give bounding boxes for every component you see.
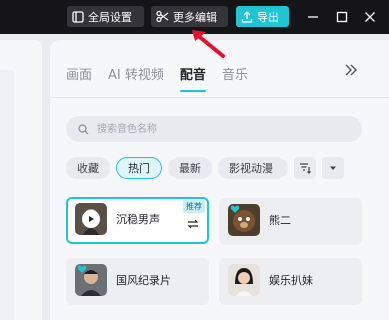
voice-name: 沉稳男声 — [116, 213, 160, 226]
close-icon[interactable] — [362, 9, 378, 25]
tabs-divider — [50, 97, 389, 98]
voice-card[interactable]: 娱乐扒妹 — [219, 258, 362, 305]
left-panel-strip — [0, 70, 14, 320]
more-edit-label: 更多编辑 — [173, 10, 217, 24]
maximize-icon[interactable] — [334, 9, 350, 25]
export-button[interactable]: 导出 — [236, 6, 289, 27]
minimize-icon[interactable] — [305, 9, 321, 25]
chip-popular[interactable]: 热门 — [116, 157, 162, 179]
tab-picture[interactable]: 画面 — [66, 64, 92, 83]
recommend-badge: 推荐 — [183, 200, 205, 213]
voice-card[interactable]: 国风纪录片 — [66, 258, 209, 305]
heart-icon — [230, 205, 240, 213]
scissors-icon — [156, 10, 169, 23]
adjust-icon[interactable] — [187, 219, 199, 229]
tab-ai-to-video[interactable]: AI 转视频 — [108, 64, 164, 83]
voice-name: 国风纪录片 — [116, 274, 171, 287]
chip-latest[interactable]: 最新 — [168, 157, 212, 179]
filter-button[interactable] — [294, 157, 316, 179]
tab-dubbing[interactable]: 配音 — [179, 64, 206, 92]
voice-avatar — [75, 203, 107, 235]
voice-name: 熊二 — [269, 214, 291, 227]
tab-music[interactable]: 音乐 — [222, 64, 248, 83]
dropdown-button[interactable] — [322, 157, 344, 179]
tab-bar: 画面 AI 转视频 配音 音乐 — [66, 64, 248, 92]
voice-search[interactable] — [66, 116, 362, 142]
filter-icon — [300, 163, 311, 174]
voice-avatar — [228, 204, 260, 236]
side-panel: 画面 AI 转视频 配音 音乐 收藏 热门 最新 影视动漫 — [50, 40, 389, 320]
voice-avatar — [228, 264, 260, 296]
voice-card[interactable]: 沉稳男声 推荐 — [66, 197, 209, 244]
global-settings-button[interactable]: 全局设置 — [67, 6, 144, 27]
voice-avatar — [75, 264, 107, 296]
filter-chips: 收藏 热门 最新 影视动漫 — [66, 157, 344, 179]
upload-icon — [241, 10, 253, 23]
voice-card[interactable]: 熊二 — [219, 198, 362, 245]
chip-film-anime[interactable]: 影视动漫 — [218, 157, 288, 179]
play-icon[interactable] — [82, 210, 100, 228]
voice-name: 娱乐扒妹 — [269, 274, 313, 287]
caret-down-icon — [330, 166, 336, 170]
more-edit-button[interactable]: 更多编辑 — [151, 6, 228, 27]
chip-favorites[interactable]: 收藏 — [66, 157, 110, 179]
top-toolbar: 全局设置 更多编辑 导出 — [0, 0, 389, 34]
global-settings-label: 全局设置 — [88, 10, 132, 24]
heart-icon — [77, 265, 87, 273]
export-label: 导出 — [257, 10, 279, 24]
search-icon — [78, 123, 89, 134]
search-input[interactable] — [95, 122, 319, 136]
collapse-chevron-icon[interactable] — [343, 62, 359, 78]
settings-panel-icon — [72, 10, 84, 23]
